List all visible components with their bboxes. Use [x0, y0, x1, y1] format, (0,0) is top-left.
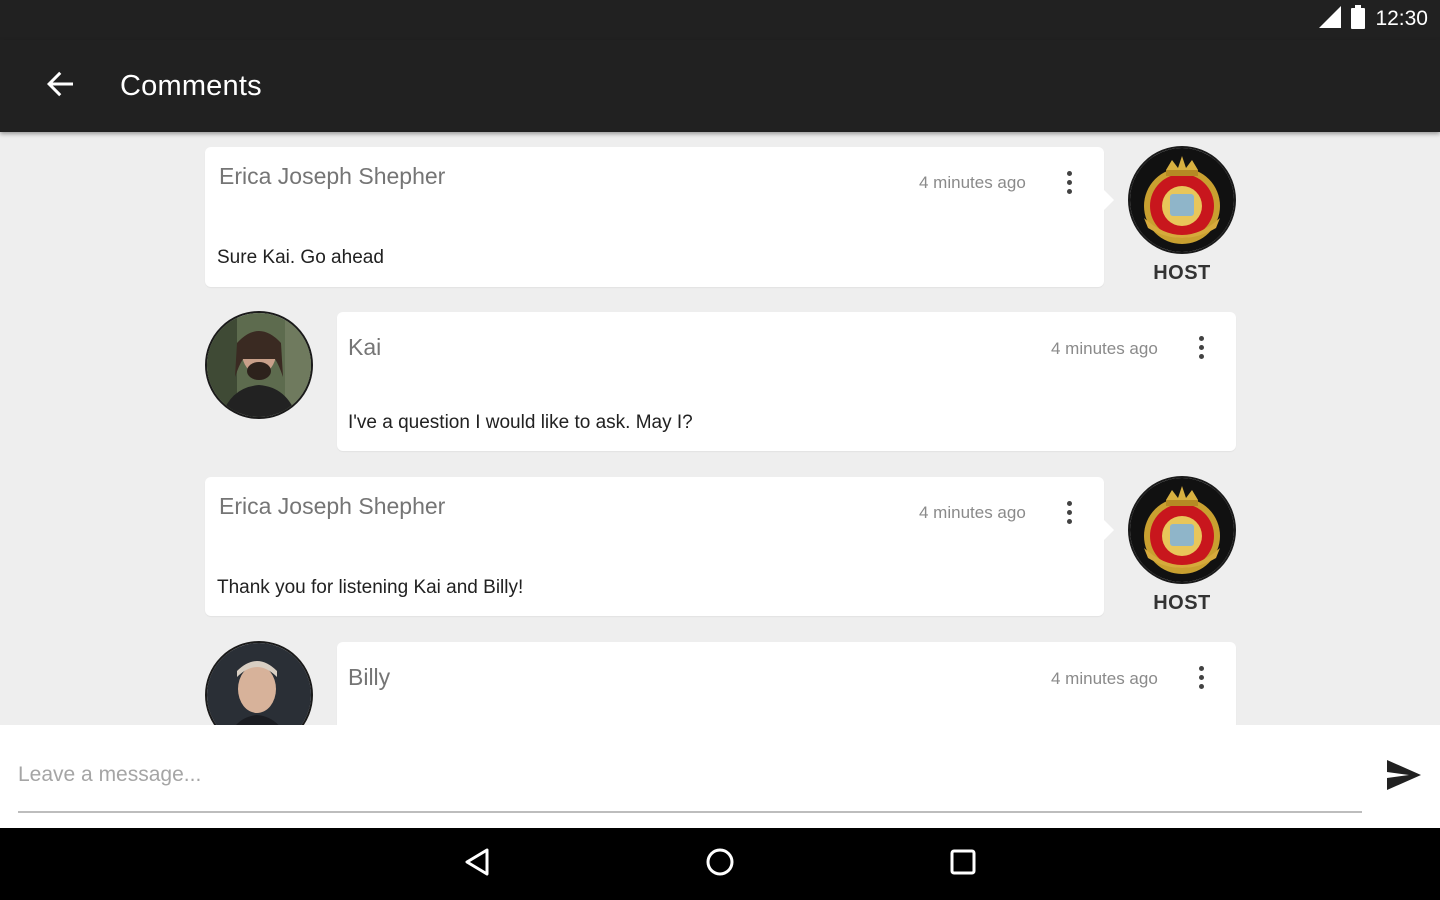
status-icons: 12:30 — [1319, 4, 1428, 34]
host-badge: HOST — [1153, 592, 1211, 614]
kai-photo — [207, 313, 311, 417]
input-underline — [18, 811, 1362, 813]
more-options-button[interactable] — [1189, 330, 1213, 364]
comment-bubble: Billy 4 minutes ago — [337, 642, 1236, 725]
page-title: Comments — [120, 70, 262, 102]
send-icon — [1387, 759, 1421, 795]
comment-time: 4 minutes ago — [919, 173, 1026, 192]
more-vert-icon — [1066, 170, 1072, 176]
bubble-tail — [1104, 520, 1114, 540]
system-nav-bar — [0, 828, 1440, 900]
more-vert-icon — [1198, 665, 1204, 671]
comment-author: Erica Joseph Shepher — [219, 163, 446, 189]
message-input[interactable] — [18, 755, 1362, 795]
comment-author: Kai — [348, 334, 382, 360]
host-crest-icon — [1130, 478, 1234, 582]
more-options-button[interactable] — [1057, 165, 1081, 199]
status-time: 12:30 — [1375, 7, 1428, 30]
more-vert-icon — [1198, 335, 1204, 341]
more-options-button[interactable] — [1189, 660, 1213, 694]
more-vert-icon — [1066, 500, 1072, 506]
host-avatar[interactable] — [1128, 476, 1236, 584]
comments-list[interactable]: Erica Joseph Shepher 4 minutes ago Sure … — [0, 132, 1440, 725]
comment-text: Thank you for listening Kai and Billy! — [217, 577, 524, 598]
send-button[interactable] — [1380, 753, 1428, 801]
comment-time: 4 minutes ago — [1051, 339, 1158, 358]
host-badge: HOST — [1153, 262, 1211, 284]
comment-bubble: Erica Joseph Shepher 4 minutes ago Sure … — [205, 147, 1104, 287]
comment-time: 4 minutes ago — [919, 503, 1026, 522]
signal-icon — [1319, 5, 1342, 33]
host-avatar[interactable] — [1128, 146, 1236, 254]
comment-text: I've a question I would like to ask. May… — [348, 412, 693, 433]
arrow-back-icon — [45, 69, 75, 104]
nav-back-icon — [463, 847, 491, 882]
nav-recents-icon — [949, 848, 977, 881]
nav-recents-button[interactable] — [938, 840, 988, 888]
user-avatar[interactable] — [205, 641, 313, 725]
billy-photo — [207, 643, 311, 725]
host-crest-icon — [1130, 148, 1234, 252]
comment-time: 4 minutes ago — [1051, 669, 1158, 688]
comment-bubble: Erica Joseph Shepher 4 minutes ago Thank… — [205, 477, 1104, 616]
nav-home-button[interactable] — [695, 840, 745, 888]
battery-icon — [1351, 4, 1366, 34]
app-bar: Comments — [0, 40, 1440, 132]
comment-author: Erica Joseph Shepher — [219, 493, 446, 519]
comment-text: Sure Kai. Go ahead — [217, 247, 384, 268]
back-button[interactable] — [36, 64, 84, 108]
bubble-tail — [1104, 190, 1114, 210]
comment-author: Billy — [348, 664, 391, 690]
nav-home-icon — [705, 847, 735, 882]
more-options-button[interactable] — [1057, 495, 1081, 529]
nav-back-button[interactable] — [452, 840, 502, 888]
user-avatar[interactable] — [205, 311, 313, 419]
status-bar: 12:30 — [0, 0, 1440, 40]
message-composer — [0, 725, 1440, 828]
comment-bubble: Kai 4 minutes ago I've a question I woul… — [337, 312, 1236, 451]
